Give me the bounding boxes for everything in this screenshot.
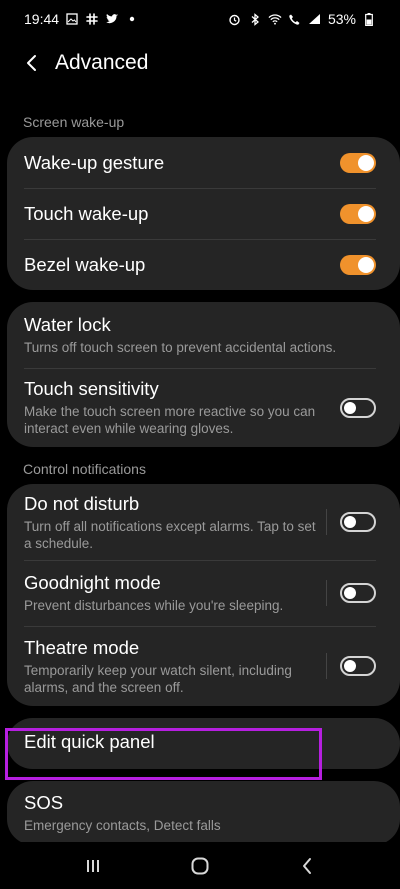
row-subtitle: Make the touch screen more reactive so y… <box>24 404 316 436</box>
row-title: Goodnight mode <box>24 572 161 593</box>
status-bar: 19:44 53% <box>0 0 400 38</box>
wifi-icon <box>268 12 282 26</box>
goodnight-mode-toggle[interactable] <box>340 583 376 603</box>
signal-icon <box>308 12 322 26</box>
row-title: Touch wake-up <box>24 202 149 224</box>
recents-icon[interactable] <box>73 846 113 886</box>
row-subtitle: Emergency contacts, Detect falls <box>24 818 221 833</box>
app-bar: Advanced <box>0 38 400 88</box>
wakeup-gesture-toggle[interactable] <box>340 152 376 173</box>
call-icon <box>288 12 302 26</box>
wakeup-card: Wake-up gesture Touch wake-up Bezel wake… <box>7 137 400 290</box>
row-title: Water lock <box>24 314 111 335</box>
divider <box>326 653 327 679</box>
sos-row[interactable]: SOS Emergency contacts, Detect falls <box>7 781 400 845</box>
section-label-screen-wakeup: Screen wake-up <box>23 114 125 130</box>
home-icon[interactable] <box>180 846 220 886</box>
touch-card: Water lock Turns off touch screen to pre… <box>7 302 400 447</box>
row-title: SOS <box>24 792 64 813</box>
chevron-left-icon[interactable] <box>18 49 46 77</box>
row-subtitle: Turn off all notifications except alarms… <box>24 518 316 551</box>
row-subtitle: Temporarily keep your watch silent, incl… <box>24 662 292 695</box>
touch-sensitivity-row[interactable]: Touch sensitivity Make the touch screen … <box>7 368 400 447</box>
divider <box>326 509 327 535</box>
bluetooth-icon <box>248 12 262 26</box>
sos-card: SOS Emergency contacts, Detect falls <box>7 781 400 845</box>
theatre-mode-toggle[interactable] <box>340 656 376 676</box>
row-title: Touch sensitivity <box>24 378 159 399</box>
back-icon[interactable] <box>287 846 327 886</box>
divider <box>326 580 327 606</box>
row-title: Wake-up gesture <box>24 151 165 173</box>
do-not-disturb-row[interactable]: Do not disturb Turn off all notification… <box>7 484 400 560</box>
row-title: Theatre mode <box>24 636 140 658</box>
row-subtitle: Turns off touch screen to prevent accide… <box>24 340 337 355</box>
page-title: Advanced <box>55 51 149 74</box>
touch-sensitivity-toggle[interactable] <box>340 397 376 418</box>
navigation-bar <box>0 842 400 889</box>
battery-percent: 53% <box>327 11 356 27</box>
twitter-icon <box>105 12 119 26</box>
notifications-card: Do not disturb Turn off all notification… <box>7 484 400 706</box>
touch-wakeup-toggle[interactable] <box>340 203 376 224</box>
water-lock-row[interactable]: Water lock Turns off touch screen to pre… <box>7 302 400 368</box>
row-title: Do not disturb <box>24 492 140 514</box>
status-time: 19:44 <box>24 11 60 27</box>
dot-icon <box>125 12 139 26</box>
image-icon <box>65 12 79 26</box>
do-not-disturb-toggle[interactable] <box>340 512 376 532</box>
row-title: Bezel wake-up <box>24 253 146 275</box>
slack-icon <box>85 12 99 26</box>
battery-icon <box>362 12 376 26</box>
theatre-mode-row[interactable]: Theatre mode Temporarily keep your watch… <box>7 626 400 706</box>
alarm-icon <box>228 12 242 26</box>
bezel-wakeup-toggle[interactable] <box>340 254 376 275</box>
section-label-control-notifications: Control notifications <box>23 461 146 477</box>
touch-wakeup-row[interactable]: Touch wake-up <box>7 188 400 239</box>
goodnight-mode-row[interactable]: Goodnight mode Prevent disturbances whil… <box>7 560 400 626</box>
row-subtitle: Prevent disturbances while you're sleepi… <box>24 598 284 613</box>
highlight-box <box>5 728 322 780</box>
bezel-wakeup-row[interactable]: Bezel wake-up <box>7 239 400 290</box>
wakeup-gesture-row[interactable]: Wake-up gesture <box>7 137 400 188</box>
